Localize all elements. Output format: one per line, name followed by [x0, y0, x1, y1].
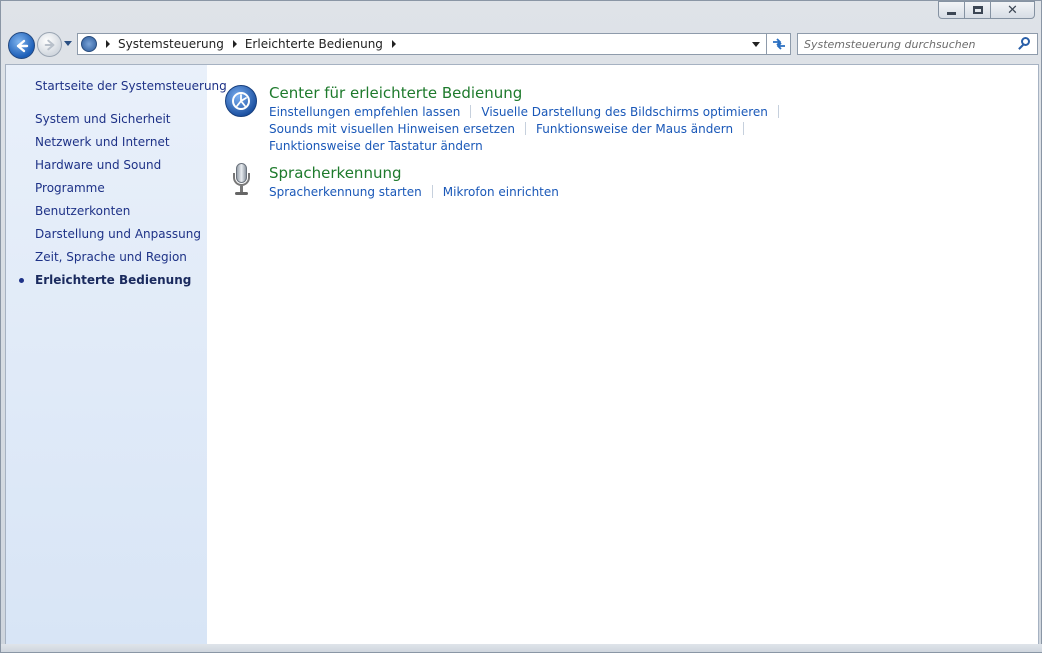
content-area: Startseite der Systemsteuerung System un…	[5, 64, 1039, 646]
link-divider	[743, 122, 745, 135]
task-link-mikrofon-einrichten[interactable]: Mikrofon einrichten	[443, 185, 559, 199]
minimize-icon	[947, 11, 956, 15]
back-button[interactable]	[8, 32, 35, 59]
link-row: Sounds mit visuellen Hinweisen ersetzen …	[269, 120, 969, 137]
category-icon[interactable]	[225, 163, 257, 195]
sidebar-item-programme[interactable]: Programme	[35, 181, 105, 195]
breadcrumb-erleichterte-bedienung[interactable]: Erleichterte Bedienung	[245, 37, 383, 51]
sidebar-item-netzwerk-und-internet[interactable]: Netzwerk und Internet	[35, 135, 170, 149]
link-divider	[431, 185, 433, 198]
maximize-icon	[972, 6, 983, 14]
microphone-icon	[225, 163, 257, 197]
breadcrumb-chevron-icon[interactable]	[232, 40, 237, 48]
forward-arrow-icon	[44, 39, 54, 50]
category-title[interactable]: Spracherkennung	[269, 163, 969, 183]
link-row: Spracherkennung starten Mikrofon einrich…	[269, 183, 969, 200]
task-link-spracherkennung-starten[interactable]: Spracherkennung starten	[269, 185, 422, 199]
category-title[interactable]: Center für erleichterte Bedienung	[269, 83, 969, 103]
link-row: Einstellungen empfehlen lassen Visuelle …	[269, 103, 969, 120]
breadcrumb-chevron-icon[interactable]	[106, 40, 110, 48]
maximize-button[interactable]	[964, 1, 991, 19]
refresh-button[interactable]	[767, 33, 791, 55]
task-link-einstellungen-empfehlen[interactable]: Einstellungen empfehlen lassen	[269, 105, 460, 119]
main-panel: Center für erleichterte Bedienung Einste…	[207, 65, 1038, 645]
sidebar-item-benutzerkonten[interactable]: Benutzerkonten	[35, 204, 130, 218]
active-item-bullet-icon	[19, 278, 24, 283]
search-input[interactable]	[804, 37, 1016, 51]
minimize-button[interactable]	[938, 1, 965, 19]
refresh-icon	[772, 38, 785, 50]
close-icon: ✕	[1007, 2, 1018, 18]
task-link-sounds-ersetzen[interactable]: Sounds mit visuellen Hinweisen ersetzen	[269, 122, 515, 136]
link-divider	[525, 122, 527, 135]
link-divider	[777, 105, 779, 118]
sidebar-item-erleichterte-bedienung[interactable]: Erleichterte Bedienung	[35, 273, 191, 287]
sidebar: Startseite der Systemsteuerung System un…	[6, 65, 227, 645]
control-panel-icon	[81, 36, 97, 52]
recent-pages-dropdown-icon[interactable]	[64, 41, 72, 46]
link-divider	[470, 105, 472, 118]
category-body: Center für erleichterte Bedienung Einste…	[269, 83, 969, 154]
sidebar-item-zeit-sprache-und-region[interactable]: Zeit, Sprache und Region	[35, 250, 187, 264]
address-bar[interactable]: Systemsteuerung Erleichterte Bedienung	[77, 33, 767, 55]
sidebar-item-darstellung-und-anpassung[interactable]: Darstellung und Anpassung	[35, 227, 201, 241]
sidebar-home-link[interactable]: Startseite der Systemsteuerung	[35, 79, 227, 93]
category-icon[interactable]	[225, 85, 257, 117]
task-link-visuelle-darstellung[interactable]: Visuelle Darstellung des Bildschirms opt…	[481, 105, 767, 119]
category-body: Spracherkennung Spracherkennung starten …	[269, 163, 969, 200]
caption-buttons: ✕	[938, 1, 1035, 19]
search-box[interactable]	[797, 33, 1038, 55]
window-bottom-border	[1, 644, 1042, 652]
breadcrumb-chevron-icon[interactable]	[391, 40, 396, 48]
close-button[interactable]: ✕	[990, 1, 1035, 19]
task-link-tastatur-aendern[interactable]: Funktionsweise der Tastatur ändern	[269, 139, 483, 153]
search-icon[interactable]	[1016, 35, 1034, 53]
ease-of-access-icon	[225, 85, 257, 117]
navigation-bar: Systemsteuerung Erleichterte Bedienung	[1, 27, 1042, 61]
sidebar-item-system-und-sicherheit[interactable]: System und Sicherheit	[35, 112, 171, 126]
sidebar-item-hardware-und-sound[interactable]: Hardware und Sound	[35, 158, 161, 172]
breadcrumb-systemsteuerung[interactable]: Systemsteuerung	[118, 37, 224, 51]
control-panel-window: ✕ Systemsteuerung Erleichterte Bedienung	[0, 0, 1042, 653]
link-row: Funktionsweise der Tastatur ändern	[269, 137, 969, 154]
forward-button[interactable]	[37, 32, 62, 57]
address-dropdown-icon[interactable]	[752, 42, 760, 47]
back-arrow-icon	[16, 39, 28, 52]
task-link-maus-aendern[interactable]: Funktionsweise der Maus ändern	[536, 122, 733, 136]
